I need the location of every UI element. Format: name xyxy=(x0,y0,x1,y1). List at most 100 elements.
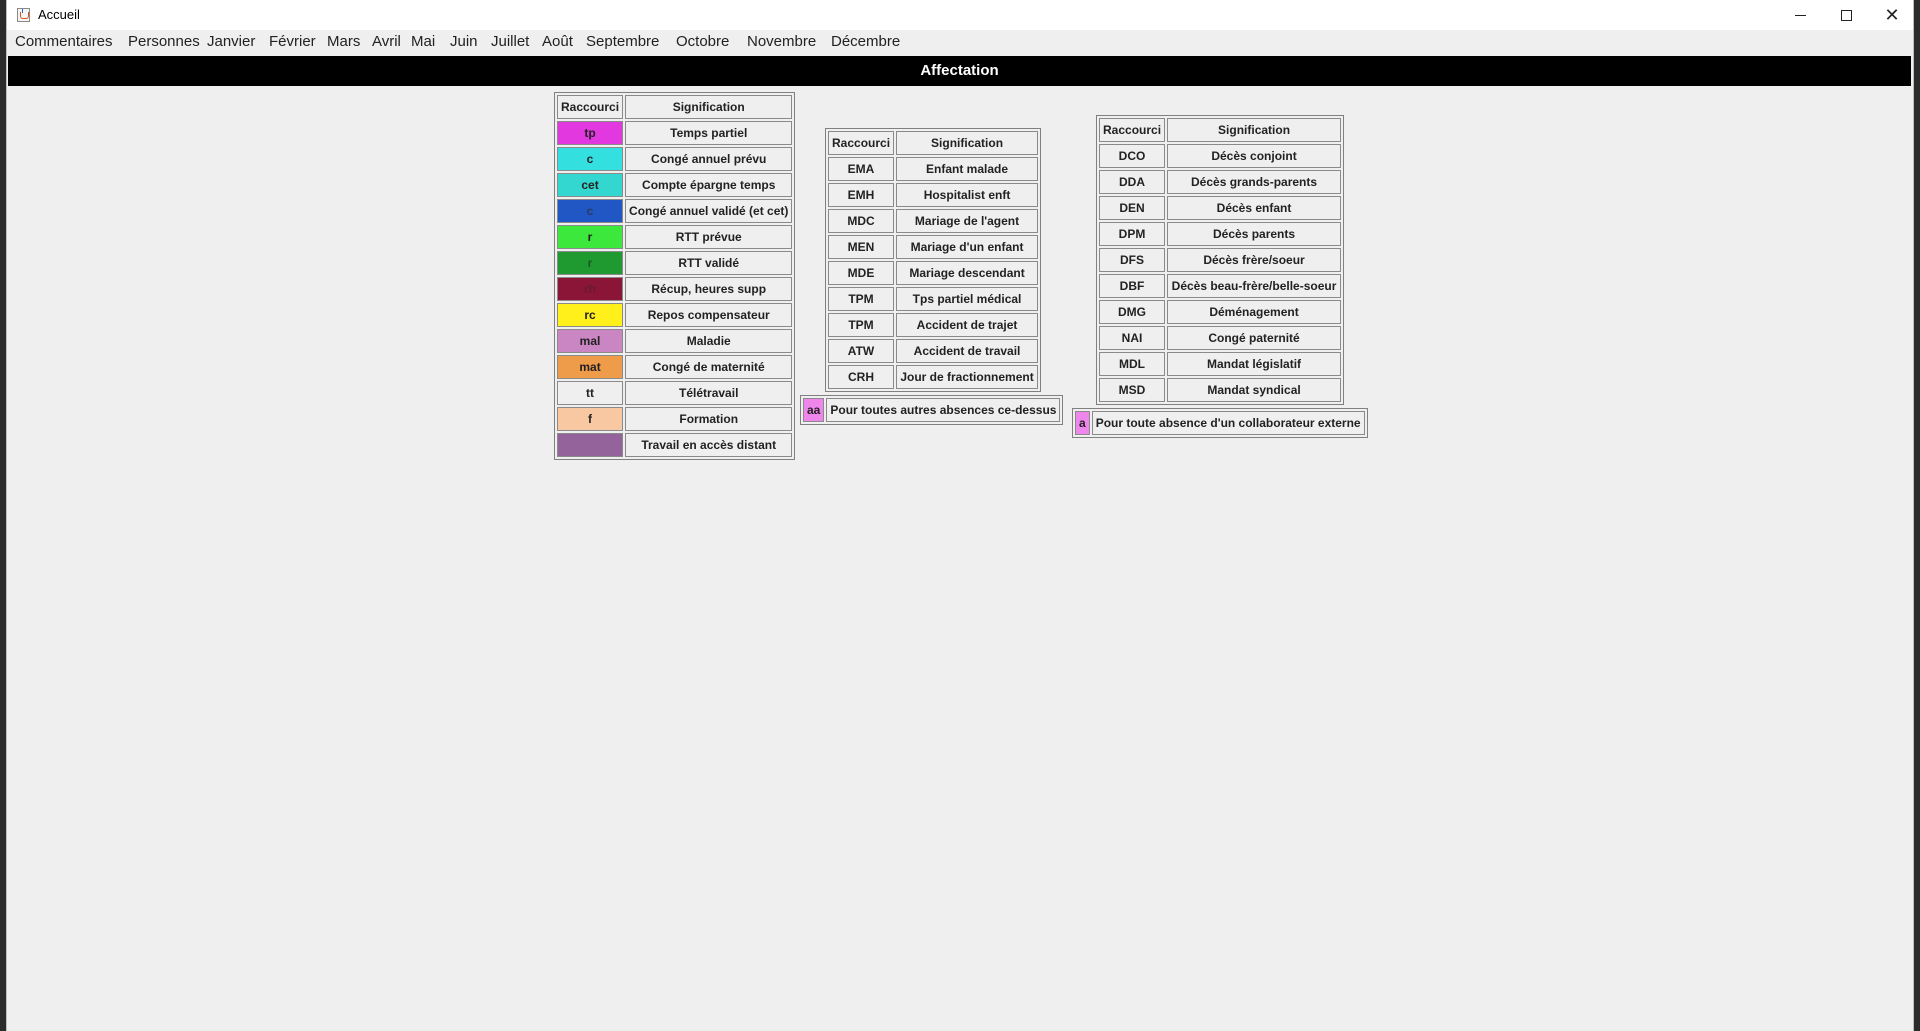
shortcut-cell: mat xyxy=(557,355,624,379)
table-row: MDC Mariage de l'agent xyxy=(828,209,1039,233)
shortcut-cell: MDC xyxy=(828,209,895,233)
meaning-cell: Télétravail xyxy=(625,381,793,405)
shortcut-cell: DFS xyxy=(1099,248,1166,272)
table-row: EMA Enfant malade xyxy=(828,157,1039,181)
menu-aout[interactable]: Août xyxy=(542,33,573,50)
close-icon: ✕ xyxy=(1884,4,1900,26)
shortcut-cell: DDA xyxy=(1099,170,1166,194)
table-row: MDL Mandat législatif xyxy=(1099,352,1342,376)
table-row: MEN Mariage d'un enfant xyxy=(828,235,1039,259)
table-row: EMH Hospitalist enft xyxy=(828,183,1039,207)
table-row: c Congé annuel prévu xyxy=(557,147,793,171)
meaning-cell: Compte épargne temps xyxy=(625,173,793,197)
table-row: rc Repos compensateur xyxy=(557,303,793,327)
meaning-cell: Mariage de l'agent xyxy=(896,209,1039,233)
legend-table-events: Raccourci Signification DCO Décès conjoin… xyxy=(1096,115,1345,405)
table-row: MSD Mandat syndical xyxy=(1099,378,1342,402)
header-signification: Signification xyxy=(896,131,1039,155)
shortcut-cell: r xyxy=(557,251,624,275)
menu-bar: Commentaires Personnes Janvier Février M… xyxy=(7,30,1913,54)
table-row: DMG Déménagement xyxy=(1099,300,1342,324)
meaning-cell: Congé annuel prévu xyxy=(625,147,793,171)
shortcut-cell: tt xyxy=(557,381,624,405)
menu-septembre[interactable]: Septembre xyxy=(586,33,659,50)
menu-avril[interactable]: Avril xyxy=(372,33,401,50)
table-row: f Formation xyxy=(557,407,793,431)
table-row: rh Récup, heures supp xyxy=(557,277,793,301)
menu-mai[interactable]: Mai xyxy=(411,33,435,50)
maximize-icon xyxy=(1840,9,1852,21)
meaning-cell: Décès enfant xyxy=(1167,196,1342,220)
meaning-cell: Mandat syndical xyxy=(1167,378,1342,402)
shortcut-cell: DBF xyxy=(1099,274,1166,298)
header-raccourci: Raccourci xyxy=(557,95,624,119)
shortcut-cell: MSD xyxy=(1099,378,1166,402)
menu-juin[interactable]: Juin xyxy=(450,33,478,50)
shortcut-cell: CRH xyxy=(828,365,895,389)
meaning-cell: Maladie xyxy=(625,329,793,353)
external-absence-label: Pour toute absence d'un collaborateur ex… xyxy=(1091,411,1365,435)
meaning-cell: Hospitalist enft xyxy=(896,183,1039,207)
table-row: TPM Accident de trajet xyxy=(828,313,1039,337)
window-title: Accueil xyxy=(38,7,80,22)
menu-juillet[interactable]: Juillet xyxy=(491,33,529,50)
shortcut-cell: MDE xyxy=(828,261,895,285)
menu-commentaires[interactable]: Commentaires xyxy=(15,33,113,50)
menu-octobre[interactable]: Octobre xyxy=(676,33,729,50)
shortcut-cell: f xyxy=(557,407,624,431)
meaning-cell: Décès grands-parents xyxy=(1167,170,1342,194)
title-bar: Accueil ✕ xyxy=(7,0,1913,30)
table-row: MDE Mariage descendant xyxy=(828,261,1039,285)
menu-decembre[interactable]: Décembre xyxy=(831,33,900,50)
shortcut-cell: MDL xyxy=(1099,352,1166,376)
table-row: tt Télétravail xyxy=(557,381,793,405)
meaning-cell: Repos compensateur xyxy=(625,303,793,327)
shortcut-cell: r xyxy=(557,225,624,249)
shortcut-cell: rh xyxy=(557,277,624,301)
meaning-cell: Tps partiel médical xyxy=(896,287,1039,311)
menu-mars[interactable]: Mars xyxy=(327,33,360,50)
shortcut-cell: DEN xyxy=(1099,196,1166,220)
table-row: DBF Décès beau-frère/belle-soeur xyxy=(1099,274,1342,298)
legend-table-colors: Raccourci Signification tp Temps partiel c… xyxy=(554,92,796,460)
shortcut-cell: TPM xyxy=(828,313,895,337)
shortcut-cell: EMH xyxy=(828,183,895,207)
header-raccourci: Raccourci xyxy=(828,131,895,155)
other-absences-row: aa Pour toutes autres absences ce-dessus xyxy=(800,395,1064,425)
table-row: mat Congé de maternité xyxy=(557,355,793,379)
meaning-cell: Accident de trajet xyxy=(896,313,1039,337)
table-row: NAI Congé paternité xyxy=(1099,326,1342,350)
table-row: DFS Décès frère/soeur xyxy=(1099,248,1342,272)
table-row: TPM Tps partiel médical xyxy=(828,287,1039,311)
menu-janvier[interactable]: Janvier xyxy=(207,33,255,50)
shortcut-cell: DPM xyxy=(1099,222,1166,246)
minimize-button[interactable] xyxy=(1777,0,1823,30)
meaning-cell: Déménagement xyxy=(1167,300,1342,324)
shortcut-cell: DCO xyxy=(1099,144,1166,168)
meaning-cell: Mariage d'un enfant xyxy=(896,235,1039,259)
shortcut-cell: mal xyxy=(557,329,624,353)
meaning-cell: Congé annuel validé (et cet) xyxy=(625,199,793,223)
table-row: tp Temps partiel xyxy=(557,121,793,145)
meaning-cell: Mariage descendant xyxy=(896,261,1039,285)
meaning-cell: Décès beau-frère/belle-soeur xyxy=(1167,274,1342,298)
other-absences-code: aa xyxy=(803,398,825,422)
close-button[interactable]: ✕ xyxy=(1869,0,1915,30)
meaning-cell: Jour de fractionnement xyxy=(896,365,1039,389)
menu-personnes[interactable]: Personnes xyxy=(128,33,200,50)
menu-novembre[interactable]: Novembre xyxy=(747,33,816,50)
table-row: DPM Décès parents xyxy=(1099,222,1342,246)
meaning-cell: Décès parents xyxy=(1167,222,1342,246)
legend-table-absences: Raccourci Signification EMA Enfant malade… xyxy=(825,128,1042,392)
table-row: Travail en accès distant xyxy=(557,433,793,457)
table-row: DEN Décès enfant xyxy=(1099,196,1342,220)
meaning-cell: Congé paternité xyxy=(1167,326,1342,350)
header-raccourci: Raccourci xyxy=(1099,118,1166,142)
table-row: cet Compte épargne temps xyxy=(557,173,793,197)
table-row: mal Maladie xyxy=(557,329,793,353)
maximize-button[interactable] xyxy=(1823,0,1869,30)
meaning-cell: Congé de maternité xyxy=(625,355,793,379)
shortcut-cell: TPM xyxy=(828,287,895,311)
menu-fevrier[interactable]: Février xyxy=(269,33,316,50)
java-app-icon xyxy=(17,8,30,22)
